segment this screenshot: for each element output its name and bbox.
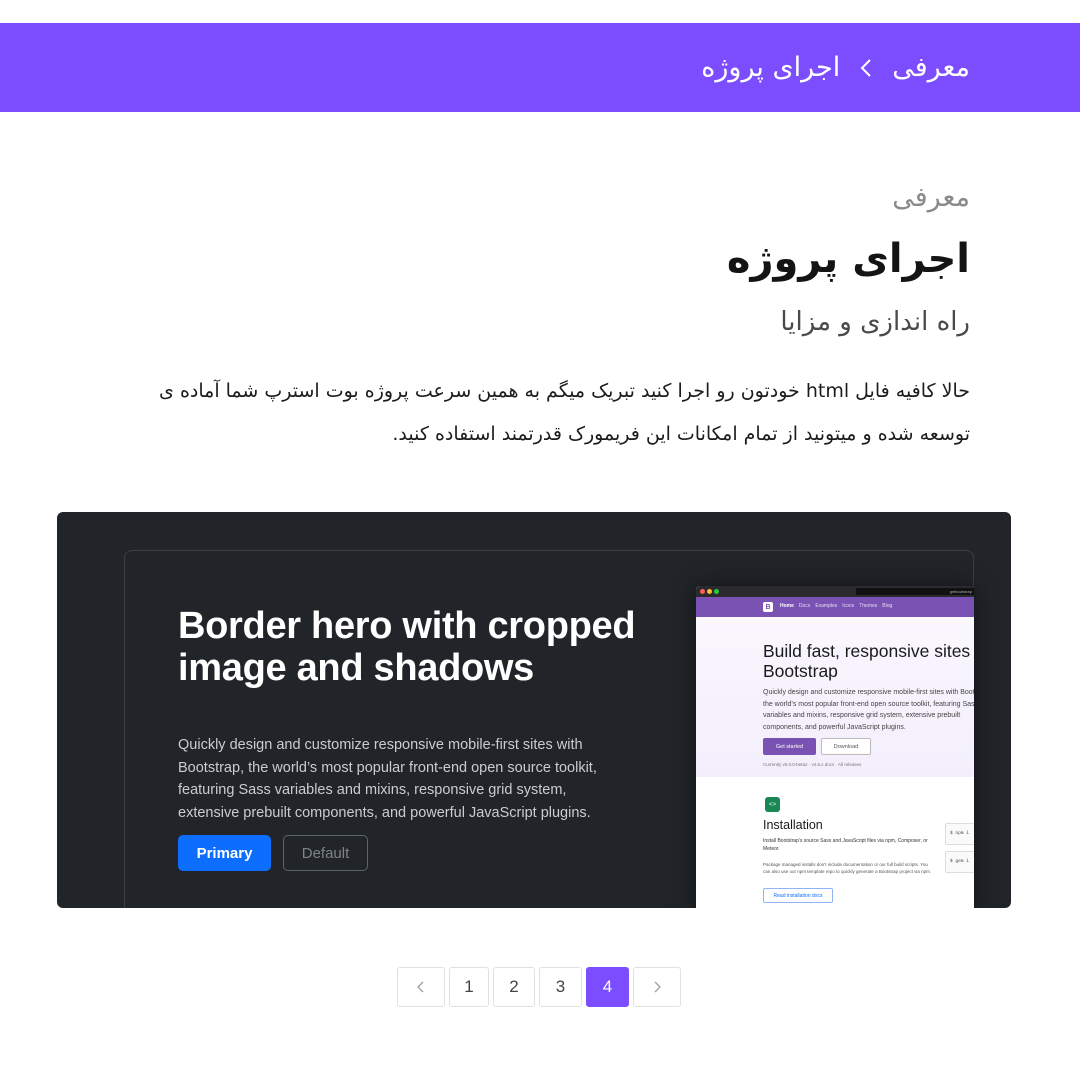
- preview-image: Border hero with cropped image and shado…: [57, 512, 1011, 908]
- breadcrumb-current: اجرای پروژه: [701, 52, 841, 83]
- page-subtitle: راه اندازی و مزایا: [780, 307, 970, 337]
- code-icon: <>: [765, 797, 780, 812]
- npm-command-box: $ npm i: [945, 823, 974, 845]
- chevron-right-icon: [651, 981, 663, 993]
- chevron-left-icon: [860, 58, 872, 78]
- url-bar: getbootstrap: [856, 588, 974, 595]
- bootstrap-logo-icon: B: [763, 602, 773, 612]
- read-installation-docs-button: Read installation docs: [763, 888, 833, 903]
- nav-item-blog: Blog: [882, 603, 893, 609]
- chevron-left-icon: [415, 981, 427, 993]
- nav-item-examples: Examples: [815, 603, 838, 609]
- default-button[interactable]: Default: [283, 835, 368, 871]
- installation-text: Install Bootstrap’s source Sass and Java…: [763, 838, 928, 852]
- version-text: Currently v5.0.0-beta2 · v4.6.x docs · A…: [763, 762, 862, 767]
- bootstrap-nav-items: Home Docs Examples Icons Themes Blog: [780, 603, 892, 609]
- next-page-button[interactable]: [633, 967, 681, 1007]
- hero-lead: Quickly design and customize responsive …: [178, 737, 597, 821]
- maximize-dot-icon: [714, 589, 719, 594]
- installation-note: Package managed installs don’t include d…: [763, 862, 932, 874]
- page-1-button[interactable]: 1: [449, 967, 489, 1007]
- nav-item-home: Home: [780, 603, 794, 609]
- breadcrumb-parent[interactable]: معرفی: [892, 52, 970, 83]
- bootstrap-hero-lead: Quickly design and customize responsive …: [763, 689, 974, 731]
- download-button: Download: [821, 738, 871, 755]
- minimize-dot-icon: [707, 589, 712, 594]
- bootstrap-hero-title: Build fast, responsive sites with Bootst…: [763, 641, 974, 681]
- page-4-button[interactable]: 4: [586, 967, 629, 1007]
- browser-chrome: getbootstrap: [696, 586, 974, 597]
- nav-item-docs: Docs: [798, 603, 811, 609]
- page-3-button[interactable]: 3: [539, 967, 582, 1007]
- get-started-button: Get started: [763, 738, 816, 755]
- intro-paragraph: حالا کافیه فایل html خودتون رو اجرا کنید…: [159, 380, 970, 445]
- installation-heading: Installation: [763, 818, 823, 832]
- gem-command-box: $ gem i: [945, 851, 974, 873]
- close-dot-icon: [700, 589, 705, 594]
- nav-item-icons: Icons: [842, 603, 855, 609]
- breadcrumb: معرفی اجرای پروژه: [0, 23, 1080, 112]
- primary-button[interactable]: Primary: [178, 835, 271, 871]
- section-eyebrow: معرفی: [892, 182, 970, 213]
- nav-item-themes: Themes: [859, 603, 878, 609]
- bootstrap-browser-screenshot: getbootstrap B Home Docs Examples Icons …: [696, 586, 974, 908]
- hero-heading: Border hero with cropped image and shado…: [178, 605, 636, 689]
- prev-page-button[interactable]: [397, 967, 445, 1007]
- page-2-button[interactable]: 2: [493, 967, 535, 1007]
- pagination: 1 2 3 4: [0, 967, 1080, 1007]
- page-title: اجرای پروژه: [726, 236, 970, 282]
- bootstrap-navbar: B Home Docs Examples Icons Themes Blog: [696, 597, 974, 617]
